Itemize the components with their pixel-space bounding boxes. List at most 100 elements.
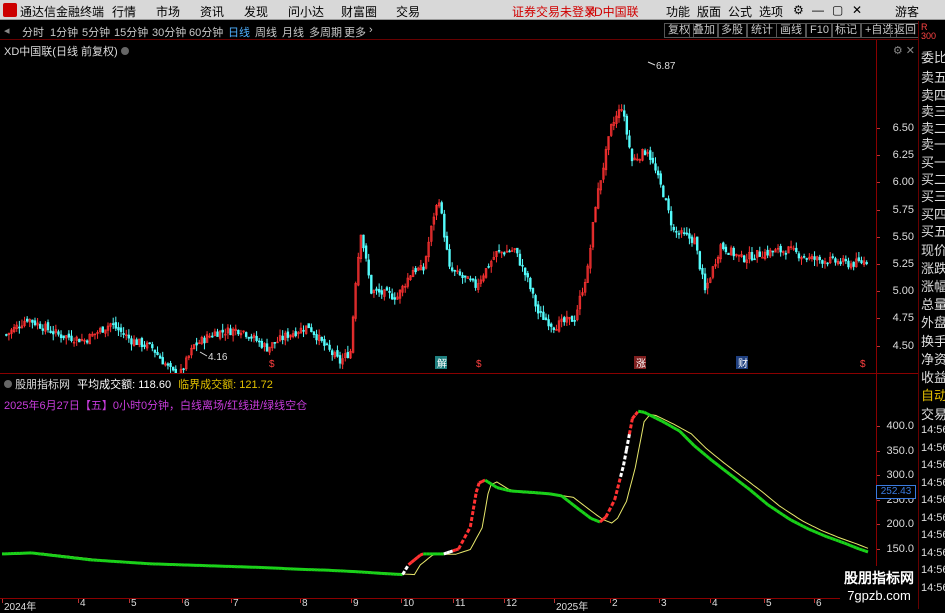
chart-settings-icon[interactable]: [121, 47, 129, 55]
low-label: 4.16: [208, 352, 228, 363]
period-tab-1min[interactable]: 1分钟: [50, 24, 78, 40]
indicator-name[interactable]: 股朋指标网: [15, 379, 70, 391]
indicator-segment: [579, 510, 582, 512]
candle-body: [623, 111, 625, 117]
candle-body: [848, 261, 850, 267]
period-tab-15min[interactable]: 15分钟: [114, 24, 148, 40]
panel-item[interactable]: 涨跌: [921, 258, 945, 277]
menu-item-discover[interactable]: 发现: [244, 3, 268, 20]
indicator-segment: [417, 555, 420, 557]
candle-body: [644, 151, 646, 155]
minimize-icon[interactable]: —: [812, 3, 824, 17]
indicator-segment: [444, 553, 447, 554]
axis-divider: [876, 40, 877, 609]
candle-body: [743, 256, 745, 262]
guest-label[interactable]: 游客: [895, 3, 919, 20]
f10-button[interactable]: F10: [806, 23, 833, 38]
multi-stock-button[interactable]: 多股: [717, 23, 747, 38]
close-icon[interactable]: ✕: [852, 3, 862, 17]
candle-body: [50, 331, 52, 333]
candle-body: [798, 254, 800, 258]
menu-item-ask[interactable]: 问小达: [288, 3, 324, 20]
candle-body: [845, 259, 847, 260]
candle-body: [118, 327, 120, 330]
x-axis-label: 2025年: [556, 598, 588, 613]
panel-item[interactable]: 换手: [921, 331, 945, 350]
menu-item-news[interactable]: 资讯: [200, 3, 224, 20]
panel-badge[interactable]: R300: [921, 23, 936, 41]
period-tab-monthly[interactable]: 月线: [282, 24, 304, 40]
indicator-segment: [850, 545, 853, 546]
period-left-arrow-icon[interactable]: ◂: [4, 24, 10, 37]
panel-item[interactable]: 现价: [921, 240, 945, 259]
candle-body: [310, 328, 312, 332]
period-tab-weekly[interactable]: 周线: [255, 24, 277, 40]
indicator-segment: [420, 554, 423, 555]
menu-item-formula[interactable]: 公式: [728, 3, 752, 20]
candle-body: [662, 186, 664, 197]
panel-item[interactable]: 买三: [921, 186, 945, 205]
candle-body: [394, 298, 396, 300]
panel-item[interactable]: 交易: [921, 404, 945, 423]
menu-item-markets[interactable]: 市场: [156, 3, 180, 20]
stats-button[interactable]: 统计: [747, 23, 777, 38]
menu-item-function[interactable]: 功能: [666, 3, 690, 20]
candle-body: [571, 316, 573, 321]
panel-item[interactable]: 委比: [921, 47, 945, 66]
menu-item-wealth[interactable]: 财富圈: [341, 3, 377, 20]
indicator-segment: [491, 484, 494, 486]
period-tab-minute[interactable]: 分时: [22, 24, 44, 40]
menu-item-layout[interactable]: 版面: [697, 3, 721, 20]
menu-item-market[interactable]: 行情: [112, 3, 136, 20]
indicator-segment: [830, 538, 833, 539]
price-tick-label: 5.00: [893, 285, 914, 297]
candle-body: [733, 248, 735, 256]
indicator-segment: [565, 498, 568, 500]
panel-item[interactable]: 外盘: [921, 312, 945, 331]
panel-item[interactable]: 买五: [921, 221, 945, 240]
candles: [5, 104, 867, 373]
panel-item[interactable]: 自动: [921, 385, 945, 404]
candle-body: [626, 116, 628, 134]
candlestick-chart[interactable]: 6.874.16$解$涨财$: [0, 40, 876, 373]
menu-item-options[interactable]: 选项: [759, 3, 783, 20]
back-button[interactable]: 返回: [890, 23, 920, 38]
candle-body: [42, 329, 44, 331]
indicator-dot-icon[interactable]: [4, 380, 12, 388]
panel-item[interactable]: 收益: [921, 367, 945, 386]
x-axis-label: 6: [816, 598, 822, 609]
candle-body: [532, 288, 534, 293]
panel-item[interactable]: 卖一: [921, 134, 945, 153]
panel-item[interactable]: 总量: [921, 294, 945, 313]
period-tab-5min[interactable]: 5分钟: [82, 24, 110, 40]
settings-icon[interactable]: ⚙: [793, 3, 804, 17]
period-tab-more[interactable]: 更多: [344, 24, 366, 40]
panel-item[interactable]: 涨幅: [921, 276, 945, 295]
indicator-segment: [506, 490, 509, 491]
candle-body: [675, 231, 677, 232]
draw-line-button[interactable]: 画线: [776, 23, 806, 38]
panel-item[interactable]: 卖五: [921, 67, 945, 86]
candle-body: [363, 235, 365, 248]
candle-body: [26, 319, 28, 321]
event-marker-0: $: [269, 359, 275, 370]
candle-body: [704, 274, 706, 290]
indicator-segment: [800, 525, 803, 527]
period-bar: ◂ 分时 1分钟 5分钟 15分钟 30分钟 60分钟 日线 周线 月线 多周期…: [0, 21, 945, 40]
login-status[interactable]: 证券交易未登录: [512, 3, 596, 20]
candle-body: [516, 248, 518, 253]
overlay-button[interactable]: 叠加: [689, 23, 719, 38]
mark-button[interactable]: 标记: [831, 23, 861, 38]
menu-item-trade[interactable]: 交易: [396, 3, 420, 20]
candle-body: [574, 320, 576, 321]
candle-body: [702, 268, 704, 274]
period-tab-30min[interactable]: 30分钟: [152, 24, 186, 40]
period-tab-60min[interactable]: 60分钟: [189, 24, 223, 40]
more-chevron-icon[interactable]: ›: [369, 24, 373, 36]
maximize-icon[interactable]: ▢: [832, 3, 843, 17]
indicator-segment: [712, 460, 715, 462]
period-tab-multi[interactable]: 多周期: [309, 24, 342, 40]
period-tab-daily[interactable]: 日线: [228, 24, 250, 40]
candle-body: [141, 338, 143, 346]
panel-item[interactable]: 净资: [921, 349, 945, 368]
